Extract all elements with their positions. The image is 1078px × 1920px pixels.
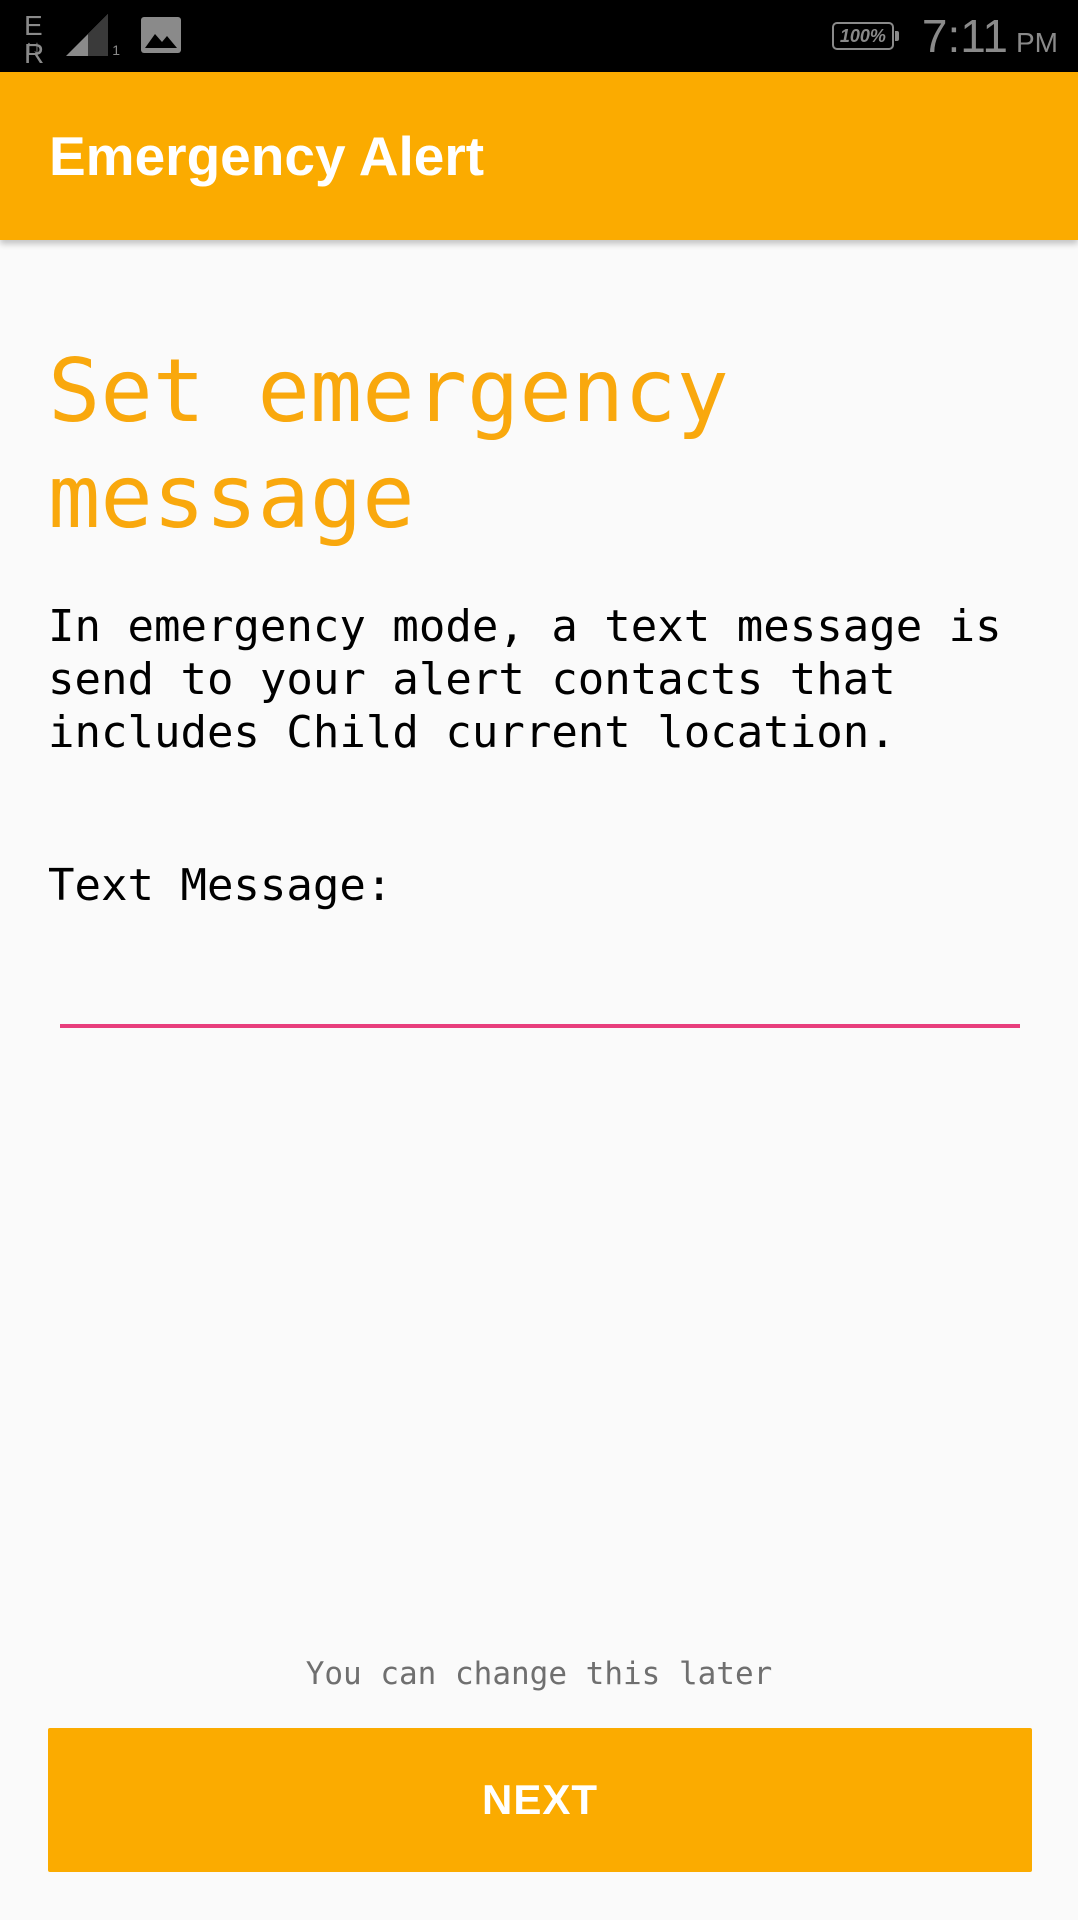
battery-level: 100% (839, 25, 886, 46)
app-bar: Emergency Alert (0, 72, 1078, 240)
clock-time: 7:11 (921, 10, 1008, 62)
sim-slot-number: 1 (112, 42, 120, 58)
next-button[interactable]: NEXT (48, 1728, 1032, 1872)
image-notification-icon (140, 14, 182, 56)
signal-icon: 1 (64, 12, 120, 58)
status-bar-left: E R ↑↓ 1 (24, 12, 182, 68)
description-text: In emergency mode, a text message is sen… (48, 601, 1002, 758)
status-bar-right: 100% 7:11 PM (831, 9, 1058, 63)
status-bar: E R ↑↓ 1 100% 7:11 PM (0, 0, 1078, 72)
network-type-indicator: E R ↑↓ (24, 12, 64, 68)
text-message-input[interactable] (60, 958, 1020, 1028)
clock-ampm: PM (1016, 27, 1058, 58)
change-later-hint: You can change this later (305, 1656, 773, 1692)
data-activity-icon: ↑↓ (24, 37, 42, 59)
clock: 7:11 PM (922, 9, 1058, 63)
app-title: Emergency Alert (49, 125, 485, 187)
battery-icon: 100% (831, 22, 899, 50)
text-message-label: Text Message: (48, 860, 393, 911)
page-heading: Set emergency message (48, 340, 729, 548)
